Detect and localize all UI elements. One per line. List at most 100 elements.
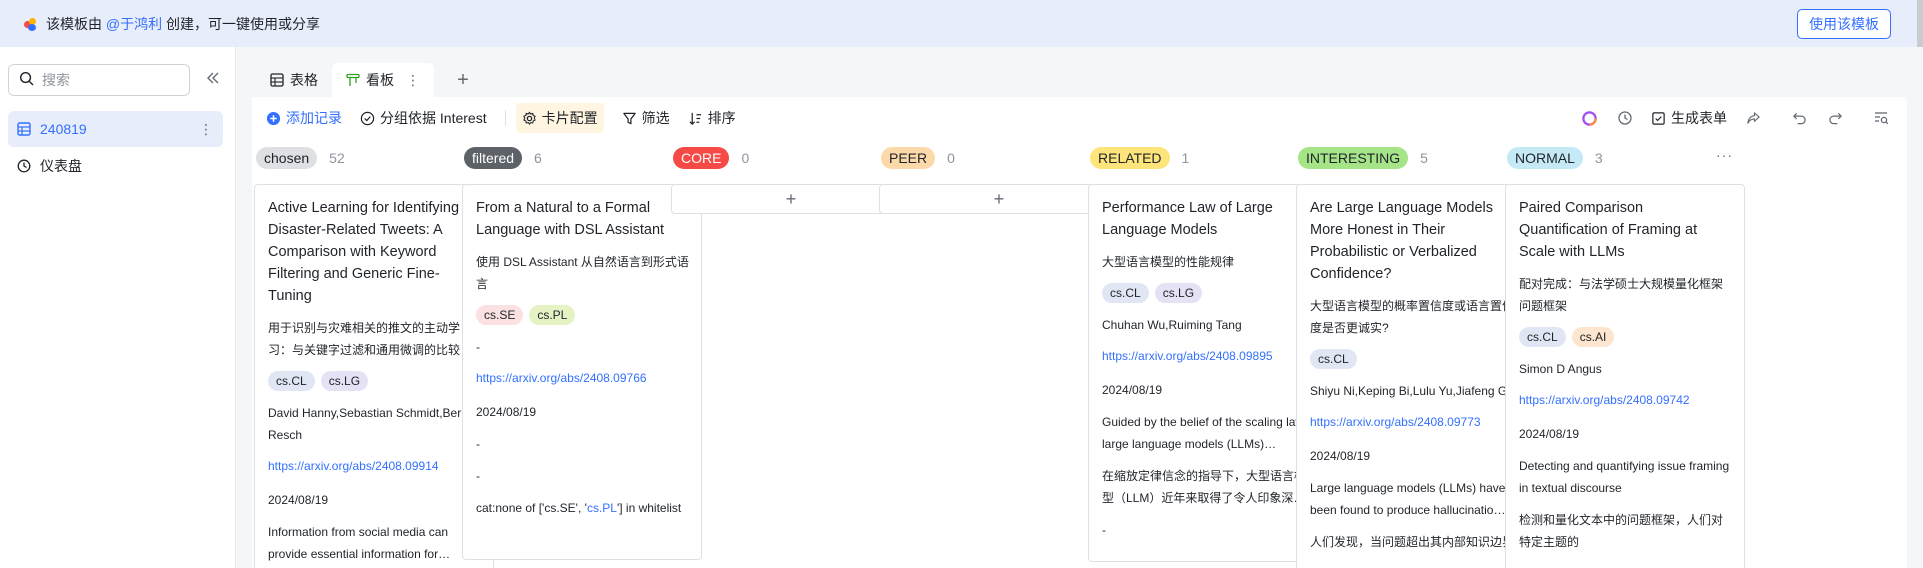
column-header: CORE 0 ··· [673,147,909,169]
filter-button[interactable]: 筛选 [622,103,670,133]
generate-form-button[interactable]: 生成表单 [1651,108,1727,128]
add-record-button[interactable]: 添加记录 [266,103,342,133]
form-icon [1651,111,1666,126]
undo-icon[interactable] [1789,108,1809,128]
card-date: 2024/08/19 [1519,427,1580,441]
card-authors: Simon D Angus [1519,362,1602,376]
column-more-icon[interactable]: ··· [1716,147,1733,163]
card-config-button[interactable]: 卡片配置 [515,103,604,133]
record-card[interactable]: Active Learning for Identifying Disaster… [254,184,494,568]
column-related: RELATED 1 ··· Performance Law of Large L… [1088,139,1328,568]
plus-circle-icon [266,111,281,126]
tab-kanban[interactable]: 看板 ⋮ [332,63,434,97]
column-header: chosen 52 ··· [256,147,492,169]
column-core: CORE 0 ··· + [671,139,911,568]
more-options-icon[interactable]: ⋮ [199,121,213,138]
tab-label: 表格 [290,72,318,88]
toolbar: 添加记录 分组依据 Interest 卡片配置 筛选 排序 生成表单 [252,97,1907,139]
sidebar-item-dashboard[interactable]: 仪表盘 [8,148,223,184]
add-card-button[interactable]: + [671,184,911,214]
card-tags: cs.SE cs.PL [476,305,689,325]
record-card[interactable]: Performance Law of Large Language Models… [1088,184,1328,562]
group-count: 6 [534,150,542,166]
record-card[interactable]: Are Large Language Models More Honest in… [1296,184,1536,568]
tag: cs.CL [1102,283,1149,303]
card-link[interactable]: https://arxiv.org/abs/2408.09773 [1310,412,1523,432]
card-link[interactable]: https://arxiv.org/abs/2408.09742 [1519,390,1732,410]
sort-button[interactable]: 排序 [688,103,736,133]
search-box[interactable] [8,64,190,96]
sidebar-item-label: 240819 [40,121,87,137]
automation-icon[interactable] [1615,108,1635,128]
group-label: filtered [464,147,523,169]
dashboard-icon [16,158,32,174]
card-tags: cs.CL [1310,349,1523,369]
card-summary-cn: 使用 DSL Assistant 从自然语言到形式语言 [476,255,689,291]
add-card-button[interactable]: + [879,184,1119,214]
card-abstract-cn: 在缩放定律信念的指导下，大型语言模型（LLM）近年来取得了令人印象深… [1102,469,1307,505]
collapse-sidebar-icon[interactable] [204,71,222,89]
share-icon[interactable] [1743,108,1763,128]
group-count: 52 [329,150,345,166]
card-summary-cn: 大型语言模型的概率置信度或语言置信度是否更诚实? [1310,299,1515,335]
sidebar-item-label: 仪表盘 [40,158,82,174]
sidebar-item-240819[interactable]: 240819 ⋮ [8,111,223,147]
card-summary-cn: 用于识别与灾难相关的推文的主动学习：与关键字过滤和通用微调的比较 [268,321,461,357]
card-link[interactable]: https://arxiv.org/abs/2408.09914 [268,456,481,476]
template-banner: 该模板由 @于鸿利 创建，可一键使用或分享 使用该模板 [0,0,1923,47]
add-view-button[interactable]: + [446,63,480,97]
group-count: 0 [741,150,750,166]
grid-icon [270,73,284,87]
card-title: Active Learning for Identifying Disaster… [268,200,460,304]
card-link[interactable]: https://arxiv.org/abs/2408.09766 [476,368,689,388]
tag: cs.PL [529,305,576,325]
kanban-board: chosen 52 ··· Active Learning for Identi… [252,139,1907,568]
sidebar: 240819 ⋮ 仪表盘 [0,47,236,568]
group-count: 5 [1420,150,1428,166]
tag: cs.CL [1310,349,1357,369]
card-filter-reason: cat:none of ['cs.SE', 'cs.PL'] in whitel… [476,501,682,515]
redo-icon[interactable] [1825,108,1845,128]
column-header: RELATED 1 ··· [1090,147,1326,169]
tag: cs.SE [476,305,524,325]
card-title: Performance Law of Large Language Models [1102,200,1273,238]
tab-more-icon[interactable]: ⋮ [406,72,420,89]
search-input[interactable] [42,72,172,88]
tag: cs.LG [320,371,369,391]
search-view-icon[interactable] [1871,108,1891,128]
table-icon [16,121,32,137]
card-authors: Chuhan Wu,Ruiming Tang [1102,318,1242,332]
card-authors: David Hanny,Sebastian Schmidt,Bernd Resc… [268,406,475,442]
card-link[interactable]: https://arxiv.org/abs/2408.09895 [1102,346,1315,366]
group-by-button[interactable]: 分组依据 Interest [360,103,487,133]
column-chosen: chosen 52 ··· Active Learning for Identi… [254,139,494,568]
card-date: 2024/08/19 [476,405,537,419]
card-tags: cs.CL cs.AI [1519,327,1732,347]
author-link[interactable]: @于鸿利 [106,16,162,32]
card-note: - [1102,523,1106,537]
card-abstract: Information from social media can provid… [268,525,451,561]
column-header: NORMAL 3 ··· [1507,147,1743,169]
tag: cs.CL [268,371,315,391]
card-title: Paired Comparison Quantification of Fram… [1519,200,1698,260]
card-tags: cs.CL cs.LG [1102,283,1315,303]
search-icon [19,71,34,89]
card-tags: cs.CL cs.LG [268,371,481,391]
column-header: INTERESTING 5 ··· [1298,147,1534,169]
record-card[interactable]: From a Natural to a Formal Language with… [462,184,702,560]
ai-assistant-icon[interactable] [1579,108,1599,128]
card-abstract: Large language models (LLMs) have been f… [1310,481,1506,517]
group-count: 0 [947,150,955,166]
group-label: CORE [673,147,730,169]
use-template-button[interactable]: 使用该模板 [1797,9,1891,39]
card-authors: - [476,340,480,354]
card-abstract-cn: 人们发现，当问题超出其内部知识边界 [1310,535,1515,549]
column-filtered: filtered 6 ··· From a Natural to a Forma… [462,139,702,568]
view-tabs: 表格 看板 ⋮ + [256,63,480,97]
card-abstract-cn: - [476,469,480,483]
tab-table[interactable]: 表格 [256,63,332,97]
record-card[interactable]: Paired Comparison Quantification of Fram… [1505,184,1745,568]
kanban-icon [346,73,360,87]
app-logo-icon [22,16,38,32]
card-summary-cn: 配对完成：与法学硕士大规模量化框架问题框架 [1519,277,1724,313]
